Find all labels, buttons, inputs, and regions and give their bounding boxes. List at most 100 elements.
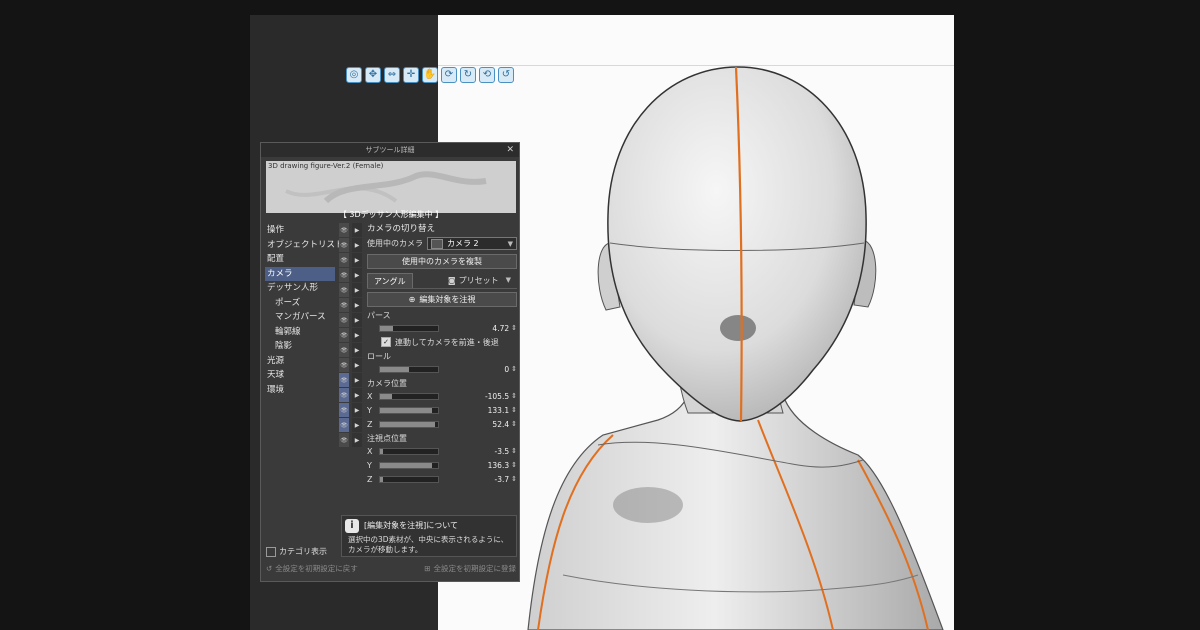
category-display-toggle[interactable]: カテゴリ表示 bbox=[266, 546, 327, 557]
expand-arrow-icon[interactable]: ▶ bbox=[352, 253, 362, 267]
current-camera-select[interactable]: カメラ 2 ▼ bbox=[427, 237, 517, 250]
spinner-icon[interactable]: ⇕ bbox=[511, 447, 517, 455]
edit-status-banner: 【 3Dデッサン人形編集中 】 bbox=[338, 210, 444, 219]
category-item[interactable]: カメラ bbox=[265, 266, 335, 281]
eye-icon[interactable]: 👁︎ bbox=[339, 253, 349, 267]
tab-angle[interactable]: アングル bbox=[367, 273, 413, 288]
eye-icon[interactable]: 👁︎ bbox=[339, 268, 349, 282]
expand-arrow-icon[interactable]: ▶ bbox=[352, 388, 362, 402]
position-slider[interactable] bbox=[379, 475, 439, 483]
perspective-label: パース bbox=[367, 311, 391, 320]
eye-icon[interactable]: 👁︎ bbox=[339, 388, 349, 402]
rotate-y-icon[interactable]: ↻ bbox=[460, 67, 476, 83]
focus-target-button[interactable]: ⊕ 編集対象を注視 bbox=[367, 292, 517, 307]
position-slider[interactable] bbox=[379, 461, 439, 469]
rotate-x-icon[interactable]: ⟳ bbox=[441, 67, 457, 83]
position-value[interactable]: -105.5 bbox=[485, 392, 509, 401]
sub-tool-detail-panel: サブツール詳細 ✕ 3D drawing figure-Ver.2 (Femal… bbox=[260, 142, 520, 582]
eye-icon[interactable]: 👁︎ bbox=[339, 283, 349, 297]
eye-icon[interactable]: 👁︎ bbox=[339, 238, 349, 252]
eye-icon[interactable]: 👁︎ bbox=[339, 418, 349, 432]
close-icon[interactable]: ✕ bbox=[506, 143, 514, 157]
expand-arrow-icon[interactable]: ▶ bbox=[352, 403, 362, 417]
spinner-icon[interactable]: ⇕ bbox=[511, 461, 517, 469]
reset-icon[interactable]: ↺ bbox=[498, 67, 514, 83]
category-item[interactable]: デッサン人形 bbox=[265, 281, 335, 296]
category-item[interactable]: マンガパース bbox=[265, 310, 335, 325]
spinner-icon[interactable]: ⇕ bbox=[511, 365, 517, 373]
spinner-icon[interactable]: ⇕ bbox=[511, 392, 517, 400]
position-slider[interactable] bbox=[379, 392, 439, 400]
camera-rotate-icon[interactable]: ◎ bbox=[346, 67, 362, 83]
eye-icon[interactable]: 👁︎ bbox=[339, 373, 349, 387]
help-title: [編集対象を注視]について bbox=[364, 521, 459, 530]
category-item[interactable]: 光源 bbox=[265, 354, 335, 369]
expand-arrow-icon[interactable]: ▶ bbox=[352, 283, 362, 297]
pan-icon[interactable]: ✋ bbox=[422, 67, 438, 83]
eye-icon[interactable]: 👁︎ bbox=[339, 403, 349, 417]
link-camera-option[interactable]: ✓ 連動してカメラを前進・後退 bbox=[367, 335, 517, 349]
position-value[interactable]: 52.4 bbox=[492, 420, 509, 429]
camera-zoom-icon[interactable]: ⇔ bbox=[384, 67, 400, 83]
category-item[interactable]: 環境 bbox=[265, 383, 335, 398]
expand-arrow-icon[interactable]: ▶ bbox=[352, 418, 362, 432]
panel-titlebar[interactable]: サブツール詳細 ✕ bbox=[261, 143, 519, 157]
category-item[interactable]: 輪郭線 bbox=[265, 325, 335, 340]
eye-icon[interactable]: 👁︎ bbox=[339, 223, 349, 237]
duplicate-camera-button[interactable]: 使用中のカメラを複製 bbox=[367, 254, 517, 269]
category-item[interactable]: 配置 bbox=[265, 252, 335, 267]
position-row: X -3.5 ⇕ bbox=[367, 444, 517, 458]
category-item[interactable]: 操作 bbox=[265, 223, 335, 238]
category-item[interactable]: オブジェクトリスト bbox=[265, 238, 344, 253]
axis-label: X bbox=[367, 391, 373, 401]
position-value[interactable]: 136.3 bbox=[488, 461, 509, 470]
expand-arrow-icon[interactable]: ▶ bbox=[352, 328, 362, 342]
category-item[interactable]: 天球 bbox=[265, 368, 335, 383]
eye-icon[interactable]: 👁︎ bbox=[339, 343, 349, 357]
position-value[interactable]: -3.7 bbox=[494, 475, 509, 484]
roll-value[interactable]: 0 bbox=[504, 365, 509, 374]
eye-icon[interactable]: 👁︎ bbox=[339, 298, 349, 312]
spinner-icon[interactable]: ⇕ bbox=[511, 475, 517, 483]
category-item[interactable]: 陰影 bbox=[265, 339, 335, 354]
position-value[interactable]: 133.1 bbox=[488, 406, 509, 415]
expand-arrow-icon[interactable]: ▶ bbox=[352, 223, 362, 237]
category-display-checkbox[interactable] bbox=[266, 546, 276, 557]
perspective-value[interactable]: 4.72 bbox=[492, 324, 509, 333]
register-all-button[interactable]: ⊞ 全設定を初期設定に登録 bbox=[424, 563, 516, 574]
position-slider[interactable] bbox=[379, 447, 439, 455]
expand-arrow-icon[interactable]: ▶ bbox=[352, 298, 362, 312]
position-row: Y 133.1 ⇕ bbox=[367, 403, 517, 417]
expand-arrow-icon[interactable]: ▶ bbox=[352, 343, 362, 357]
expand-arrow-icon[interactable]: ▶ bbox=[352, 313, 362, 327]
eye-icon[interactable]: 👁︎ bbox=[339, 313, 349, 327]
category-item[interactable]: ポーズ bbox=[265, 296, 335, 311]
expand-arrow-icon[interactable]: ▶ bbox=[352, 433, 362, 447]
expand-arrow-icon[interactable]: ▶ bbox=[352, 358, 362, 372]
spinner-icon[interactable]: ⇕ bbox=[511, 420, 517, 428]
tab-preset-label: プリセット bbox=[458, 276, 499, 285]
tab-preset[interactable]: ◙ プリセット ▼ bbox=[442, 273, 517, 288]
roll-slider[interactable] bbox=[379, 365, 439, 373]
position-slider[interactable] bbox=[379, 406, 439, 414]
position-slider[interactable] bbox=[379, 420, 439, 428]
rotate-z-icon[interactable]: ⟲ bbox=[479, 67, 495, 83]
spinner-icon[interactable]: ⇕ bbox=[511, 324, 517, 332]
move-icon[interactable]: ✛ bbox=[403, 67, 419, 83]
chevron-down-icon: ▼ bbox=[507, 239, 513, 248]
perspective-slider[interactable] bbox=[379, 324, 439, 332]
eye-icon[interactable]: 👁︎ bbox=[339, 433, 349, 447]
expand-arrow-icon[interactable]: ▶ bbox=[352, 238, 362, 252]
position-value[interactable]: -3.5 bbox=[494, 447, 509, 456]
help-info-box: i [編集対象を注視]について 選択中の3D素材が、中央に表示されるように、カメ… bbox=[341, 515, 517, 557]
reset-all-button[interactable]: ↺ 全設定を初期設定に戻す bbox=[266, 563, 358, 574]
expand-arrow-icon[interactable]: ▶ bbox=[352, 268, 362, 282]
expand-arrow-icon[interactable]: ▶ bbox=[352, 373, 362, 387]
link-camera-checkbox[interactable]: ✓ bbox=[381, 337, 391, 347]
spinner-icon[interactable]: ⇕ bbox=[511, 406, 517, 414]
eye-icon[interactable]: 👁︎ bbox=[339, 328, 349, 342]
eye-icon[interactable]: 👁︎ bbox=[339, 358, 349, 372]
axis-label: Z bbox=[367, 419, 373, 429]
camera-pan-icon[interactable]: ✥ bbox=[365, 67, 381, 83]
angle-tabs: アングル ◙ プリセット ▼ bbox=[367, 273, 517, 289]
